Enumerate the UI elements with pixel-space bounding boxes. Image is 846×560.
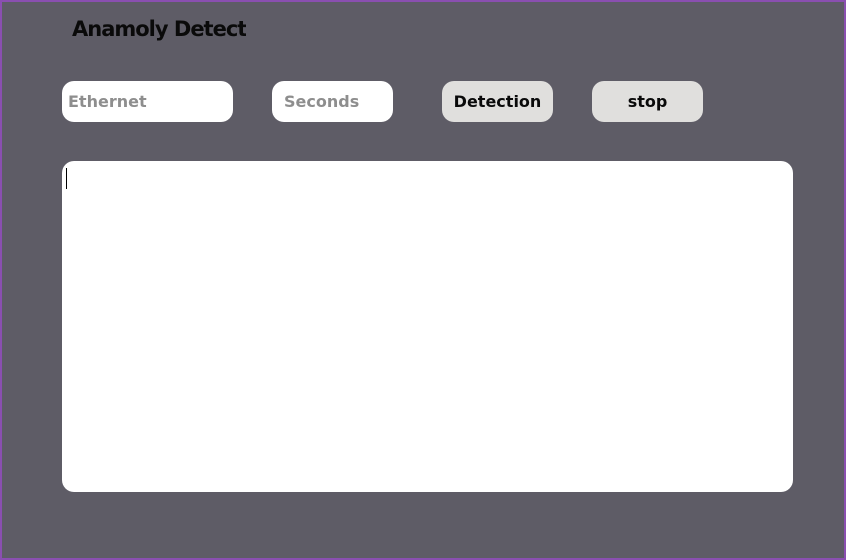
seconds-input[interactable] bbox=[272, 81, 393, 122]
app-title: Anamoly Detectior bbox=[72, 17, 246, 41]
output-textarea[interactable] bbox=[62, 161, 793, 492]
text-caret bbox=[66, 168, 67, 189]
app-window: Anamoly Detectior Detection stop bbox=[0, 0, 846, 560]
detection-button[interactable]: Detection bbox=[442, 81, 553, 122]
ethernet-input[interactable] bbox=[62, 81, 233, 122]
stop-button[interactable]: stop bbox=[592, 81, 703, 122]
